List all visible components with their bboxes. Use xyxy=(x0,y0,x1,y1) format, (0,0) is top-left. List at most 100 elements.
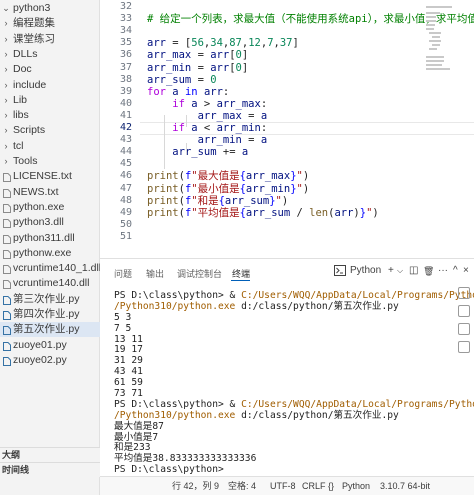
terminal-list xyxy=(454,287,474,357)
new-terminal-icon[interactable]: + xyxy=(388,265,394,277)
minimap-line xyxy=(426,16,436,18)
language-braces-icon[interactable]: {} xyxy=(328,477,334,495)
explorer-item-label: python3.dll xyxy=(13,216,64,229)
code-line[interactable]: # 给定一个列表，求最大值（不能使用系统api），求最小值，求平均值，求和 xyxy=(147,13,474,25)
terminal-line: 31 29 xyxy=(114,355,454,367)
explorer-item-label: python3 xyxy=(13,2,51,14)
code-line[interactable]: print(f"平均值是{arr_sum / len(arr)}") xyxy=(147,207,379,219)
code-line[interactable]: arr_max = arr[0] xyxy=(147,49,248,61)
tab-problems[interactable]: 问题 xyxy=(114,267,132,280)
code-line[interactable]: arr_min = arr[0] xyxy=(147,62,248,74)
code-line[interactable]: arr_min = a xyxy=(147,134,268,146)
terminal-instance-icon[interactable] xyxy=(458,341,470,353)
more-actions-icon[interactable]: ··· xyxy=(438,265,448,277)
cursor-position[interactable]: 行 42，列 9 xyxy=(172,477,219,495)
explorer-item[interactable]: › tcl xyxy=(0,139,100,154)
code-line[interactable]: arr_sum = 0 xyxy=(147,74,217,86)
explorer-item[interactable]: › Tools xyxy=(0,154,100,169)
code-line[interactable]: arr = [56,34,87,12,7,37] xyxy=(147,37,299,49)
code-editor[interactable]: 32 33 # 给定一个列表，求最大值（不能使用系统api），求最小值，求平均值，求… xyxy=(100,0,474,256)
chevron-down-icon[interactable]: ⌵ xyxy=(397,265,403,277)
explorer-item[interactable]: vcruntime140.dll xyxy=(0,276,100,291)
explorer-item[interactable]: zuoye02.py xyxy=(0,353,100,368)
bottom-panel: 问题 输出 调试控制台 终端 Python + ⌵ ◫ 🗑 ··· ^ × PS… xyxy=(100,258,474,476)
tab-terminal[interactable]: 终端 xyxy=(232,267,250,280)
python-file-icon xyxy=(3,356,11,366)
terminal-line: 61 59 xyxy=(114,377,454,389)
line-number: 42 xyxy=(119,122,132,133)
explorer-item[interactable]: 第四次作业.py xyxy=(0,307,100,322)
explorer-item[interactable]: python3.dll xyxy=(0,215,100,230)
code-line[interactable]: print(f"最小值是{arr_min}") xyxy=(147,183,309,195)
file-icon xyxy=(3,279,11,290)
code-line[interactable]: if a < arr_min: xyxy=(147,122,267,134)
explorer-item[interactable]: vcruntime140_1.dll xyxy=(0,261,100,276)
terminal-text: 7 5 xyxy=(114,322,132,334)
tab-debug-console[interactable]: 调试控制台 xyxy=(177,267,222,280)
encoding-setting[interactable]: UTF-8 xyxy=(270,477,296,495)
explorer-item-label: 第四次作业.py xyxy=(13,308,80,320)
explorer-item[interactable]: › include xyxy=(0,78,100,93)
explorer-item-label: DLLs xyxy=(13,47,38,60)
eol-setting[interactable]: CRLF xyxy=(302,477,326,495)
explorer-item[interactable]: › Doc xyxy=(0,62,100,77)
trash-icon[interactable]: 🗑 xyxy=(423,265,434,277)
explorer-item[interactable]: python311.dll xyxy=(0,231,100,246)
chevron-right-icon: › xyxy=(4,156,8,166)
explorer-item-label: Scripts xyxy=(13,124,46,137)
code-line[interactable]: print(f"和是{arr_sum}") xyxy=(147,195,288,207)
file-icon xyxy=(3,203,11,213)
split-terminal-icon[interactable]: ◫ xyxy=(409,265,418,277)
explorer-item[interactable]: › libs xyxy=(0,108,100,123)
terminal-text: 73 71 xyxy=(114,388,143,400)
outline-section-header[interactable]: 大纲 xyxy=(0,447,100,462)
minimap[interactable] xyxy=(426,2,466,72)
terminal-name-label[interactable]: Python xyxy=(350,265,381,277)
explorer-item[interactable]: › 课堂练习 xyxy=(0,32,100,47)
code-line[interactable]: print(f"最大值是{arr_max}") xyxy=(147,170,309,182)
python-interpreter[interactable]: 3.10.7 64-bit xyxy=(380,477,430,495)
terminal-line: 43 41 xyxy=(114,366,454,378)
indentation-setting[interactable]: 空格: 4 xyxy=(228,477,256,495)
maximize-panel-icon[interactable]: ^ xyxy=(453,265,458,277)
timeline-section-header[interactable]: 时间线 xyxy=(0,462,100,477)
tab-output[interactable]: 输出 xyxy=(146,267,164,280)
close-icon[interactable]: × xyxy=(463,265,469,277)
code-line[interactable]: arr_max = a xyxy=(147,110,268,122)
explorer-item[interactable]: 第五次作业.py xyxy=(0,322,100,338)
explorer-item[interactable]: pythonw.exe xyxy=(0,246,100,261)
explorer-item[interactable]: › Lib xyxy=(0,93,100,108)
explorer-item[interactable]: › 编程题集 xyxy=(0,16,100,31)
explorer-item-label: 第五次作业.py xyxy=(13,323,80,336)
explorer-item-label: zuoye01.py xyxy=(13,338,67,351)
terminal-instance-icon[interactable] xyxy=(458,287,470,299)
terminal-text: PS D:\class\python> xyxy=(114,464,230,476)
chevron-right-icon: › xyxy=(4,110,8,121)
explorer-item-label: zuoye02.py xyxy=(13,353,67,366)
terminal-output[interactable]: PS D:\class\python> & C:/Users/WQQ/AppDa… xyxy=(114,290,474,477)
file-icon xyxy=(3,218,11,229)
terminal-text: 最大值是87 xyxy=(114,420,164,432)
explorer-item[interactable]: › DLLs xyxy=(0,47,100,62)
terminal-text: 31 29 xyxy=(114,355,143,367)
language-mode[interactable]: Python xyxy=(342,477,370,495)
explorer-item-label: tcl xyxy=(13,139,24,152)
explorer-item[interactable]: python.exe xyxy=(0,200,100,215)
explorer-item[interactable]: › Scripts xyxy=(0,123,100,138)
explorer-item[interactable]: zuoye01.py xyxy=(0,338,100,353)
explorer-item[interactable]: ⌄ python3 xyxy=(0,1,100,16)
line-number: 43 xyxy=(119,134,132,146)
terminal-line: 最大值是87 xyxy=(114,420,454,433)
explorer-item[interactable]: NEWS.txt xyxy=(0,185,100,200)
code-line[interactable]: arr_sum += a xyxy=(147,146,248,158)
terminal-instance-icon[interactable] xyxy=(458,305,470,317)
code-line[interactable]: if a > arr_max: xyxy=(147,98,267,110)
terminal-text: 43 41 xyxy=(114,366,143,378)
terminal-instance-icon[interactable] xyxy=(458,323,470,335)
active-tab-indicator xyxy=(231,280,250,281)
explorer-item[interactable]: LICENSE.txt xyxy=(0,169,100,184)
file-icon xyxy=(3,249,11,259)
line-number: 49 xyxy=(119,206,132,218)
code-line[interactable]: for a in arr: xyxy=(147,86,229,98)
explorer-item[interactable]: 第三次作业.py xyxy=(0,292,100,307)
